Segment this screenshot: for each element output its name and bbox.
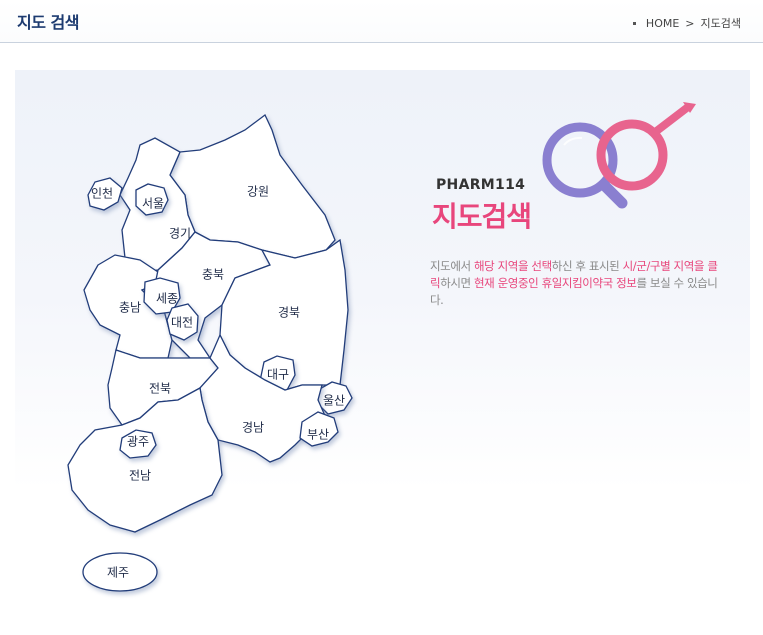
map-search-title: 지도검색 — [432, 200, 532, 233]
korea-map: 인천 서울 경기 강원 충북 충남 세종 대전 경북 대구 전북 울산 경남 부… — [40, 100, 370, 610]
desc-highlight: 현재 운영중인 휴일지킴이약국 정보 — [473, 276, 637, 290]
info-panel: PHARM114 지도검색 지도에서 해당 지역을 선택하신 후 표시된 시/군… — [430, 100, 750, 320]
region-jeju[interactable] — [82, 552, 158, 592]
brand-label: PHARM114 — [436, 177, 526, 193]
region-ulsan[interactable] — [317, 381, 353, 415]
region-seoul[interactable] — [135, 183, 169, 216]
instruction-text: 지도에서 해당 지역을 선택하신 후 표시된 시/군/구별 지역을 클릭하시면 … — [430, 258, 722, 309]
breadcrumb: HOME > 지도검색 — [632, 15, 741, 31]
desc-part: 하신 후 표시된 — [551, 259, 623, 273]
korea-map-svg — [67, 113, 353, 592]
region-incheon[interactable] — [87, 177, 123, 211]
breadcrumb-home-link[interactable]: HOME — [646, 17, 679, 30]
desc-part: 지도에서 — [430, 259, 474, 273]
magnifier-logo-icon — [542, 102, 696, 209]
page-title: 지도 검색 — [17, 13, 79, 32]
breadcrumb-separator: > — [685, 17, 695, 30]
page-header: 지도 검색 HOME > 지도검색 — [0, 0, 763, 43]
bullet-icon — [632, 22, 636, 25]
desc-part: 하시면 — [440, 276, 474, 290]
breadcrumb-current: 지도검색 — [700, 17, 741, 30]
desc-highlight: 해당 지역을 선택 — [473, 259, 552, 273]
